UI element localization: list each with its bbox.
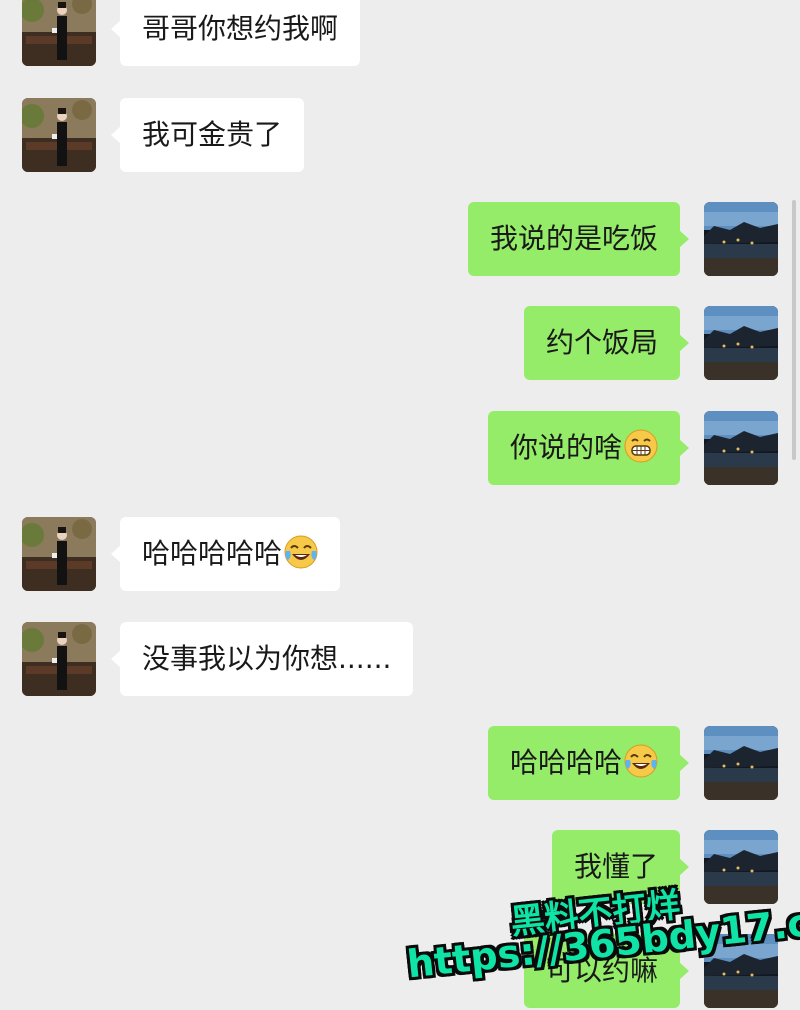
message-row: 你说的啥 [0, 411, 800, 487]
message-bubble[interactable]: 没事我以为你想...... [110, 622, 414, 696]
self-avatar[interactable] [704, 830, 778, 904]
self-avatar[interactable] [704, 934, 778, 1008]
message-bubble[interactable]: 约个饭局 [523, 306, 690, 380]
self-avatar[interactable] [704, 726, 778, 800]
message-bubble[interactable]: 可以约嘛 [523, 934, 690, 1008]
contact-avatar[interactable] [22, 517, 96, 591]
message-row: 我可金贵了 [0, 98, 800, 174]
self-avatar[interactable] [704, 411, 778, 485]
self-avatar[interactable] [704, 306, 778, 380]
message-text: 我懂了 [573, 850, 658, 883]
message-row: 哥哥你想约我啊 [0, 0, 800, 68]
message-text: 你说的啥 [509, 431, 622, 464]
message-bubble[interactable]: 你说的啥 [487, 411, 690, 485]
tears-of-joy-icon [624, 732, 658, 778]
message-text: 可以约嘛 [545, 954, 658, 987]
message-text: 没事我以为你想...... [142, 642, 392, 675]
message-bubble[interactable]: 哥哥你想约我啊 [110, 0, 361, 66]
self-avatar[interactable] [704, 202, 778, 276]
message-text: 哈哈哈哈哈 [142, 537, 283, 570]
message-bubble[interactable]: 我说的是吃饭 [467, 202, 690, 276]
message-row: 我懂了 [0, 830, 800, 906]
message-row: 哈哈哈哈哈 [0, 517, 800, 593]
grinning-face-icon [624, 417, 658, 463]
tears-of-joy-icon [284, 523, 319, 569]
chat-area[interactable]: 哥哥你想约我啊 我可金贵了我说的是吃饭约个饭局你说的啥哈哈哈哈哈没事我以为你想..… [0, 0, 800, 1008]
message-text: 我说的是吃饭 [489, 222, 658, 255]
message-text: 约个饭局 [545, 326, 658, 359]
message-text: 我可金贵了 [142, 118, 283, 151]
message-row: 没事我以为你想...... [0, 622, 800, 698]
message-row: 哈哈哈哈 [0, 726, 800, 802]
message-row: 我说的是吃饭 [0, 202, 800, 278]
scrollbar[interactable] [792, 200, 796, 460]
message-bubble[interactable]: 哈哈哈哈 [487, 726, 690, 800]
contact-avatar[interactable] [22, 98, 96, 172]
message-row: 约个饭局 [0, 306, 800, 382]
message-bubble[interactable]: 哈哈哈哈哈 [110, 517, 341, 591]
message-text: 哥哥你想约我啊 [142, 12, 339, 45]
message-text: 哈哈哈哈 [509, 746, 622, 779]
message-bubble[interactable]: 我可金贵了 [110, 98, 305, 172]
contact-avatar[interactable] [22, 0, 96, 66]
message-row: 可以约嘛 [0, 934, 800, 1010]
contact-avatar[interactable] [22, 622, 96, 696]
message-bubble[interactable]: 我懂了 [551, 830, 690, 904]
